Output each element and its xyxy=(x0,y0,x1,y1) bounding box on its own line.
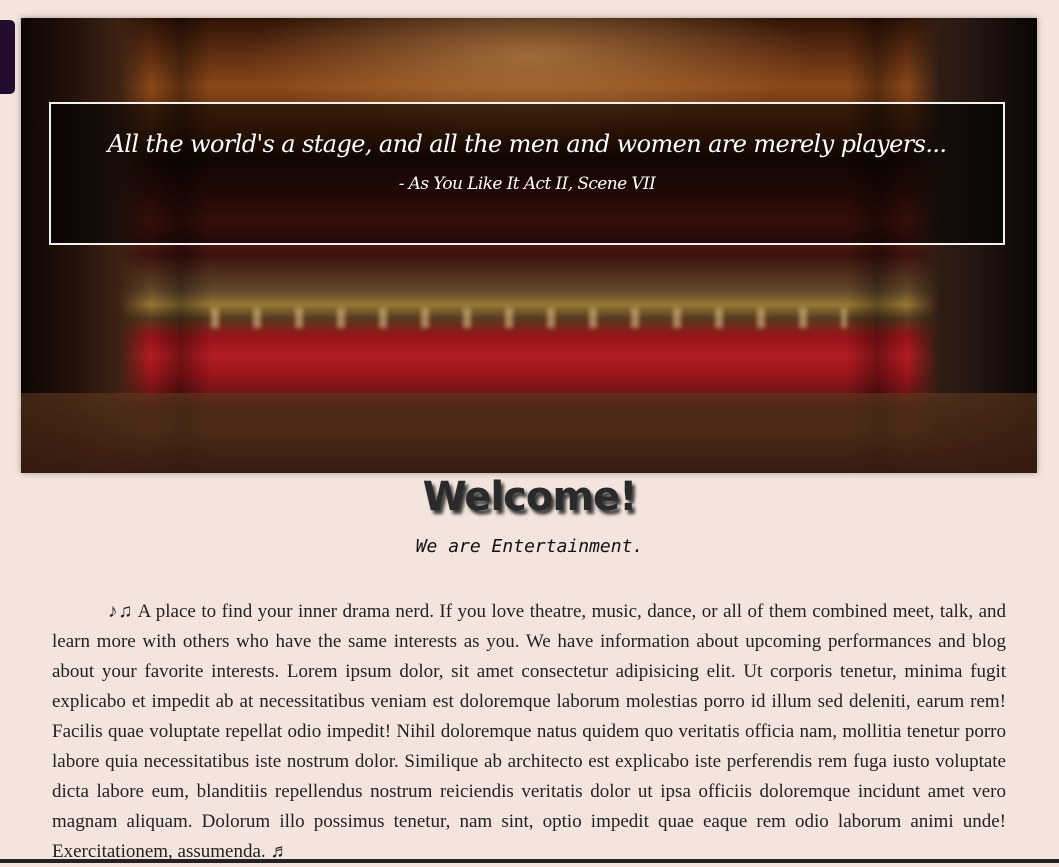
welcome-heading: Welcome! xyxy=(422,474,638,520)
page-bottom-divider xyxy=(0,859,1059,863)
hero-overlay xyxy=(21,18,1037,473)
side-menu-tab[interactable] xyxy=(0,20,15,94)
hero-banner: All the world's a stage, and all the men… xyxy=(21,18,1037,473)
hero-quote: All the world's a stage, and all the men… xyxy=(107,130,947,158)
quote-box: All the world's a stage, and all the men… xyxy=(49,102,1005,245)
intro-paragraph: ♪♫ A place to find your inner drama nerd… xyxy=(52,601,1006,862)
hero-quote-source: - As You Like It Act II, Scene VII xyxy=(398,174,656,194)
tagline: We are Entertainment. xyxy=(415,536,644,557)
